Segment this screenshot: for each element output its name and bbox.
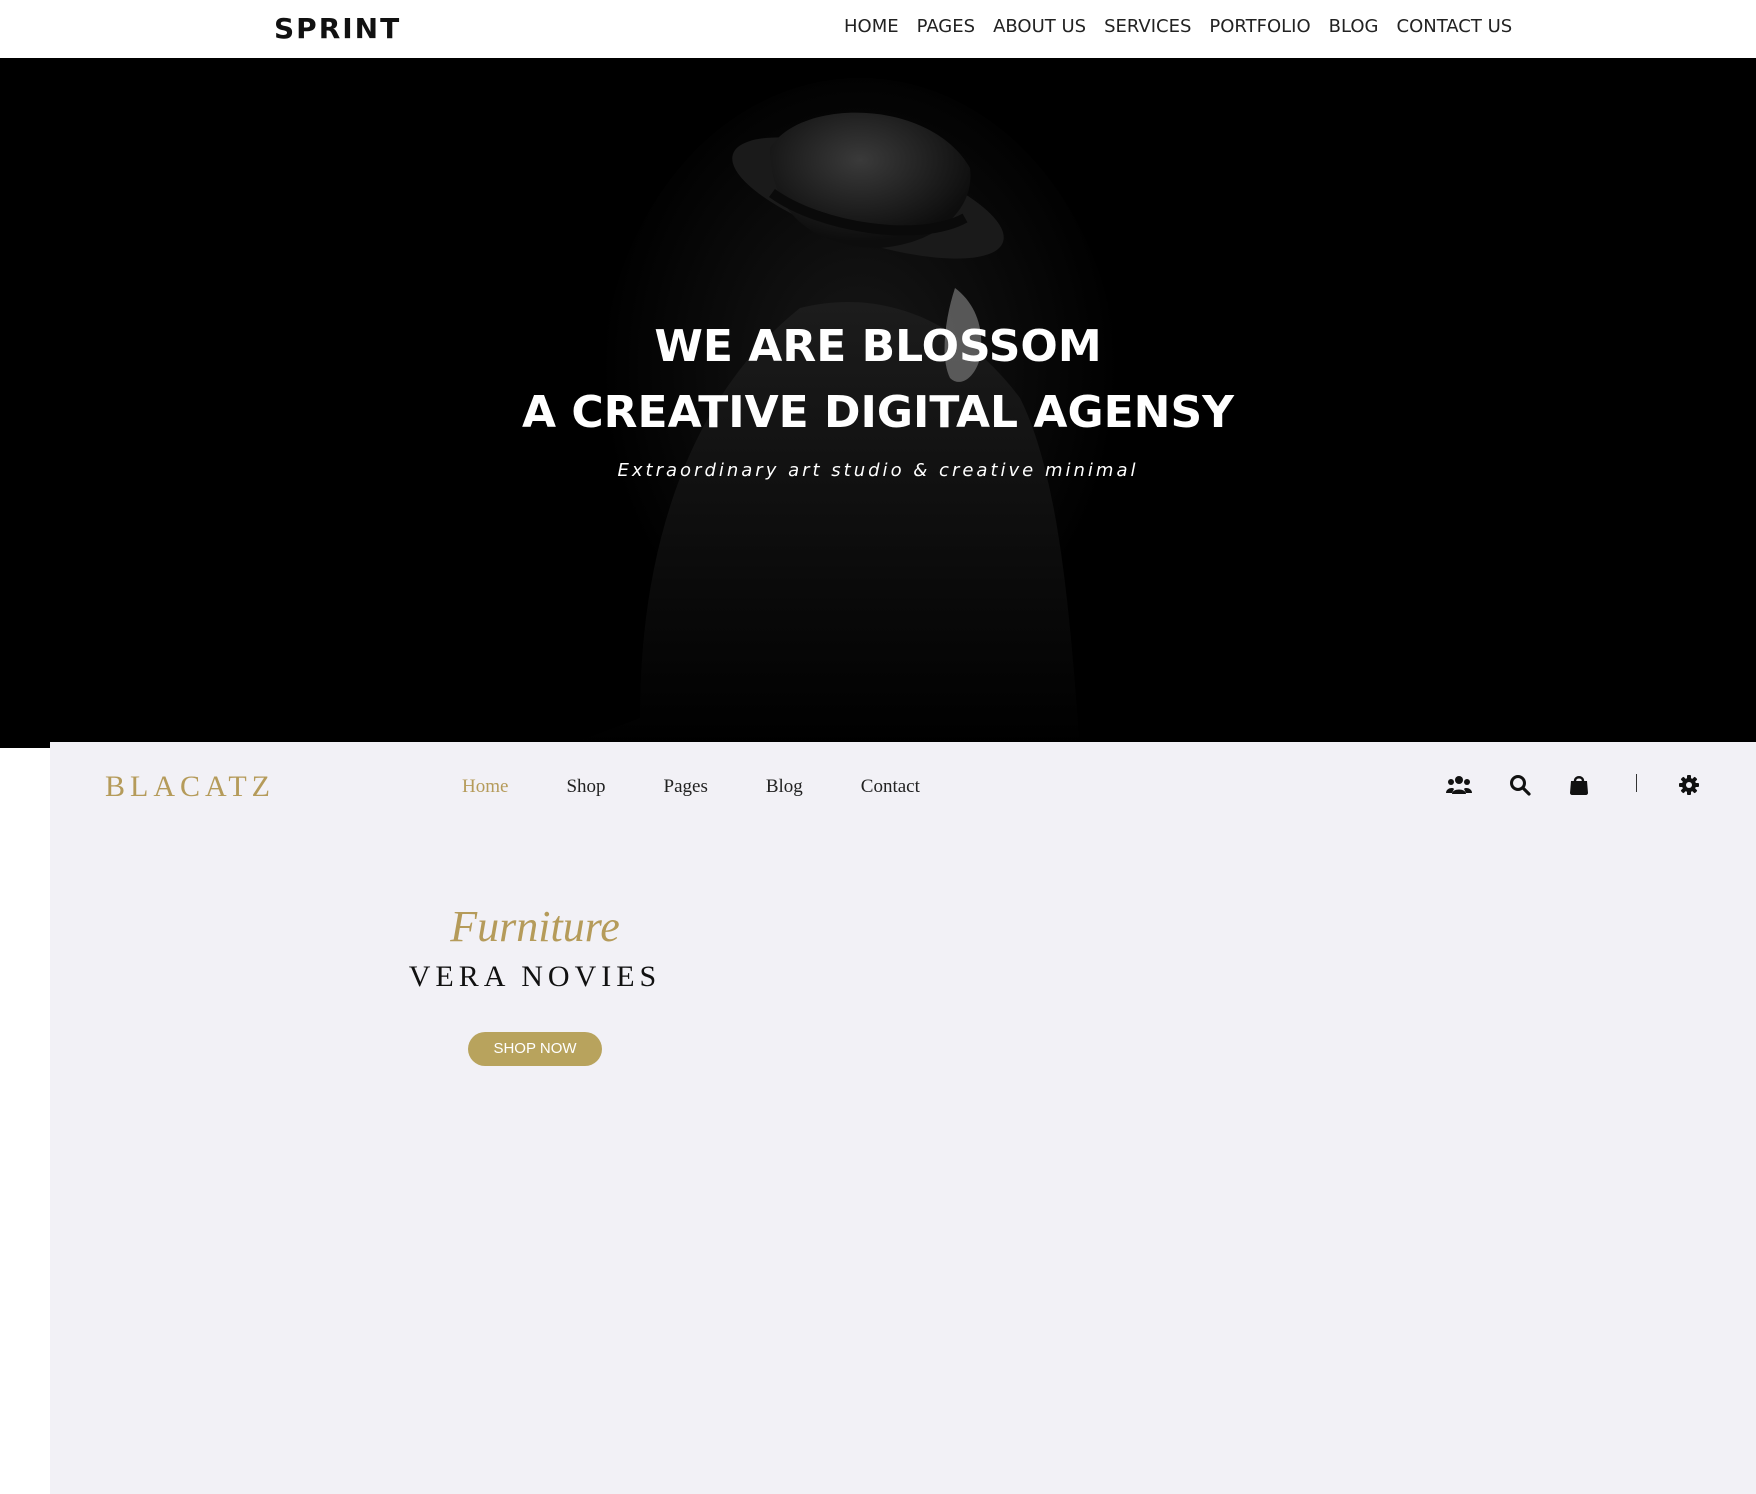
blacatz-section: BLACATZ Home Shop Pages Blog Contact Fur… [50, 742, 1756, 1494]
hero-text-block: WE ARE BLOSSOM A CREATIVE DIGITAL AGENSY… [0, 314, 1756, 481]
promo-title: VERA NOVIES [408, 960, 662, 993]
hero-headline-line-2: A CREATIVE DIGITAL AGENSY [521, 387, 1235, 438]
promo-block: Furniture VERA NOVIES SHOP NOW [350, 902, 720, 1066]
icon-divider [1636, 774, 1637, 792]
hero-banner: WE ARE BLOSSOM A CREATIVE DIGITAL AGENSY… [0, 58, 1756, 748]
nav-about-us[interactable]: ABOUT US [993, 16, 1086, 37]
nav-portfolio[interactable]: PORTFOLIO [1209, 16, 1310, 37]
gear-icon[interactable] [1674, 770, 1704, 800]
shopping-bag-icon[interactable] [1564, 770, 1594, 800]
nav-blog[interactable]: BLOG [1329, 16, 1379, 37]
hero-subtitle: Extraordinary art studio & creative mini… [617, 460, 1139, 481]
users-icon[interactable] [1444, 770, 1474, 800]
hero-headline-line-1: WE ARE BLOSSOM [654, 321, 1102, 372]
nav-services[interactable]: SERVICES [1104, 16, 1191, 37]
promo-category-script: Furniture [450, 902, 620, 951]
nav-pages[interactable]: PAGES [917, 16, 975, 37]
nav-contact-us[interactable]: CONTACT US [1397, 16, 1513, 37]
sprint-main-nav: HOME PAGES ABOUT US SERVICES PORTFOLIO B… [844, 16, 1512, 37]
search-icon[interactable] [1505, 770, 1535, 800]
nav-home[interactable]: HOME [844, 16, 899, 37]
header-icon-bar [50, 770, 1756, 800]
sprint-header: SPRINT HOME PAGES ABOUT US SERVICES PORT… [0, 0, 1756, 58]
sprint-logo[interactable]: SPRINT [274, 12, 401, 45]
shop-now-button[interactable]: SHOP NOW [468, 1032, 602, 1066]
